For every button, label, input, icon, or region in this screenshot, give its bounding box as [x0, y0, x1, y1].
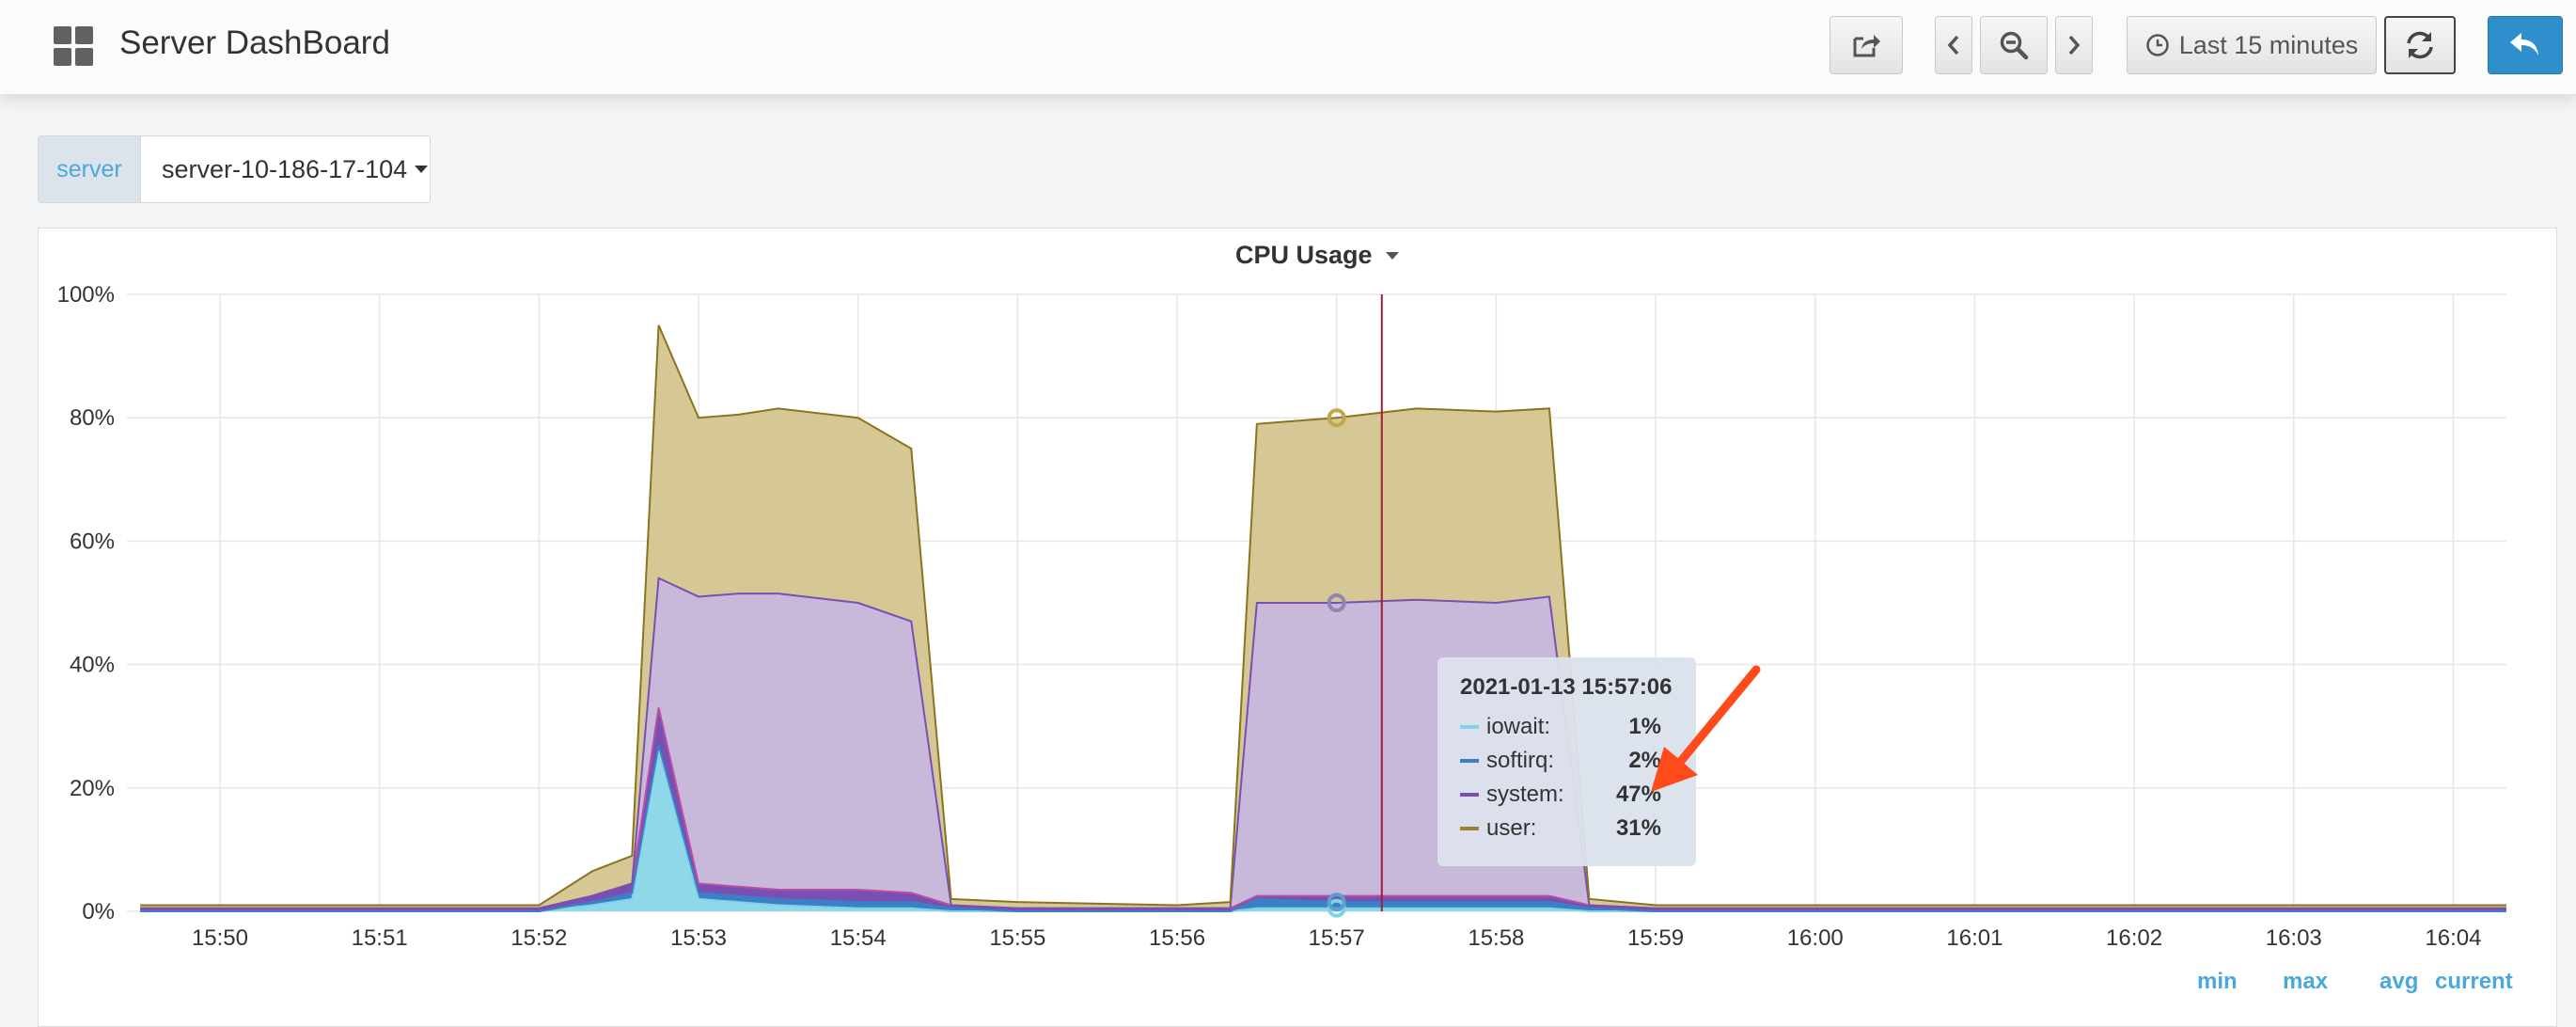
- tooltip-row: iowait: 1%: [1460, 710, 1696, 744]
- x-tick-label: 15:54: [830, 925, 887, 951]
- cpu-usage-chart[interactable]: 0% 20% 40% 60% 80% 100% 15:50 15:51 15:52 15:53 15…: [0, 0, 2576, 1003]
- series-swatch: [1460, 827, 1479, 830]
- tooltip-series-value: 31%: [1615, 815, 1661, 841]
- x-tick-label: 15:50: [192, 925, 248, 951]
- tooltip-series-name: user:: [1486, 815, 1537, 841]
- x-tick-label: 15:55: [989, 925, 1045, 951]
- legend-header-current[interactable]: current: [2435, 969, 2513, 995]
- x-tick-label: 16:02: [2106, 925, 2162, 951]
- x-tick-label: 15:57: [1309, 925, 1365, 951]
- x-tick-label: 15:52: [510, 925, 567, 951]
- tooltip-time: 2021-01-13 15:57:06: [1460, 674, 1673, 700]
- tooltip-series-value: 1%: [1628, 714, 1661, 739]
- tooltip-row: user: 31%: [1460, 812, 1696, 845]
- x-tick-label: 16:01: [1946, 925, 2003, 951]
- x-tick-label: 16:03: [2266, 925, 2322, 951]
- tooltip-series-name: system:: [1486, 782, 1564, 807]
- legend-header-avg[interactable]: avg: [2380, 969, 2418, 995]
- series-swatch: [1460, 793, 1479, 797]
- y-tick-label: 60%: [70, 529, 115, 554]
- y-tick-label: 40%: [70, 653, 115, 678]
- x-tick-label: 15:53: [670, 925, 727, 951]
- x-tick-label: 16:00: [1787, 925, 1844, 951]
- x-tick-label: 16:04: [2425, 925, 2481, 951]
- x-tick-label: 15:51: [352, 925, 408, 951]
- y-tick-label: 20%: [70, 776, 115, 801]
- legend-header-max[interactable]: max: [2283, 969, 2328, 995]
- legend-header-min[interactable]: min: [2197, 969, 2238, 995]
- y-tick-label: 80%: [70, 405, 115, 431]
- x-tick-label: 15:58: [1468, 925, 1524, 951]
- chart-tooltip: 2021-01-13 15:57:06 iowait: 1% softirq: …: [1437, 657, 1696, 866]
- y-tick-label: 0%: [82, 899, 115, 924]
- tooltip-series-value: 2%: [1628, 748, 1661, 773]
- area-system_main: [140, 577, 2507, 908]
- tooltip-series-name: iowait:: [1486, 714, 1551, 739]
- series-swatch: [1460, 725, 1479, 729]
- tooltip-row: system: 47%: [1460, 778, 1696, 812]
- tooltip-series-value: 47%: [1615, 782, 1661, 807]
- tooltip-row: softirq: 2%: [1460, 744, 1696, 778]
- x-tick-label: 15:56: [1149, 925, 1205, 951]
- tooltip-series-name: softirq:: [1486, 748, 1555, 773]
- y-tick-label: 100%: [57, 282, 115, 308]
- series-swatch: [1460, 759, 1479, 763]
- x-tick-label: 15:59: [1627, 925, 1684, 951]
